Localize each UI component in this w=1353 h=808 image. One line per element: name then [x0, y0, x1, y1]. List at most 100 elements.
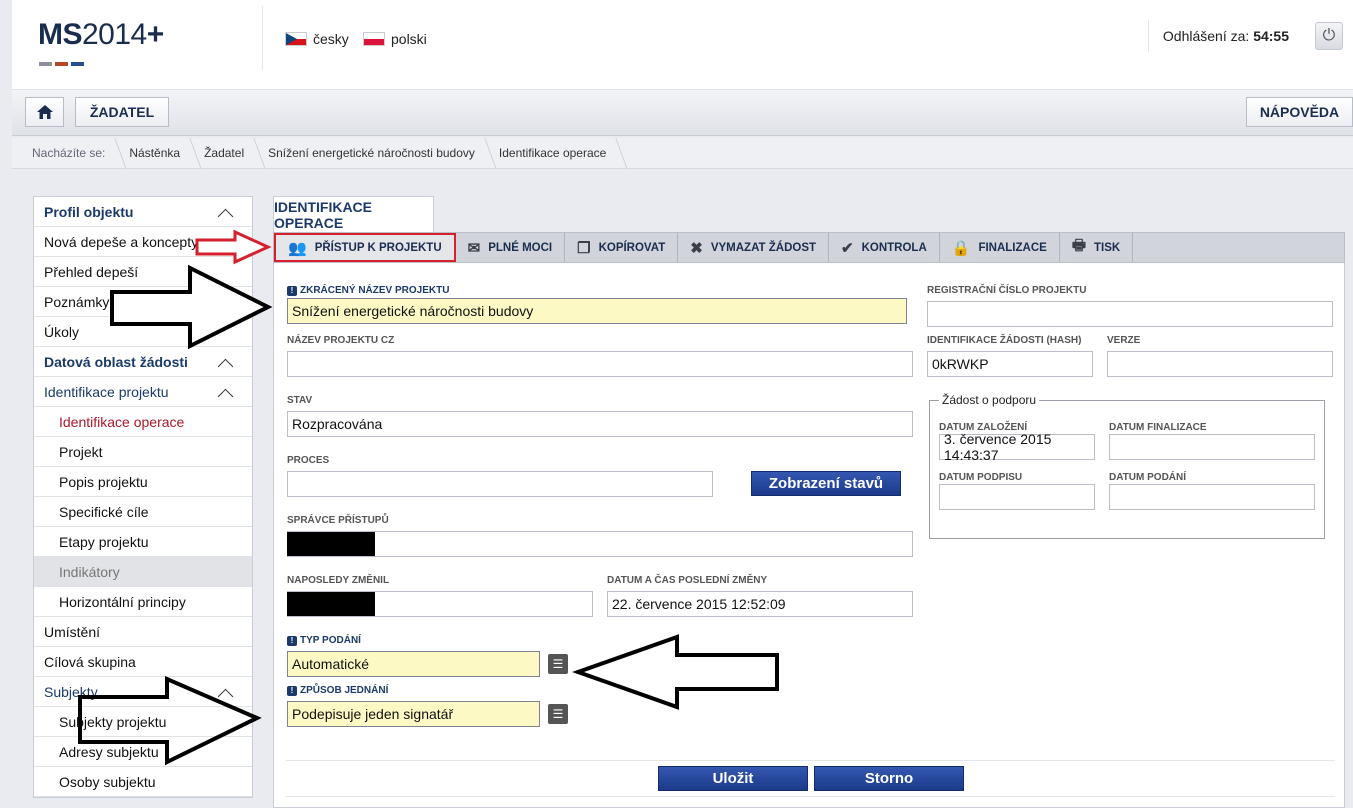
datum-podani-label: DATUM PODÁNÍ	[1109, 472, 1187, 483]
sidebar-item-projekt[interactable]: Projekt	[34, 437, 252, 467]
show-states-button[interactable]: Zobrazení stavů	[751, 471, 901, 496]
sidebar-section-subjekty[interactable]: Subjekty	[34, 677, 252, 707]
datum-finalizace-label: DATUM FINALIZACE	[1109, 422, 1207, 433]
name-cz-label: NÁZEV PROJEKTU CZ	[287, 335, 395, 346]
list-icon[interactable]: ☰	[548, 704, 568, 724]
sidebar-item-subjekty-projektu[interactable]: Subjekty projektu	[34, 707, 252, 737]
logo-plus-text: +	[146, 18, 165, 51]
chevron-up-icon[interactable]	[218, 207, 232, 221]
pl-flag-icon	[363, 32, 385, 46]
sidebar-section-identifikace-projektu[interactable]: Identifikace projektu	[34, 377, 252, 407]
finalize-button[interactable]: 🔒 FINALIZACE	[940, 233, 1060, 262]
hash-field: 0kRWKP	[927, 351, 1093, 377]
print-button[interactable]: 🖶 TISK	[1060, 233, 1134, 262]
sidebar-section-profil[interactable]: Profil objektu	[34, 197, 252, 227]
users-icon: 👥	[288, 239, 307, 257]
home-button[interactable]	[25, 97, 64, 127]
action-bar: 👥 PŘÍSTUP K PROJEKTU ✉ PLNÉ MOCI ❐ KOPÍR…	[273, 232, 1345, 263]
form-content: ! ZKRÁCENÝ NÁZEV PROJEKTU Snížení energet…	[273, 263, 1345, 808]
required-icon: !	[287, 686, 297, 696]
sidebar-item-ukoly[interactable]: Úkoly	[34, 317, 252, 347]
label-text: TYP PODÁNÍ	[300, 635, 361, 646]
sidebar-item-nova-depese[interactable]: Nová depeše a koncepty	[34, 227, 252, 257]
sidebar-item-osoby-subjektu[interactable]: Osoby subjektu	[34, 767, 252, 797]
sidebar-item-identifikace-operace[interactable]: Identifikace operace	[34, 407, 252, 437]
delete-x-icon: ✖	[690, 239, 703, 257]
delete-application-button[interactable]: ✖ VYMAZAT ŽÁDOST	[678, 233, 830, 262]
sidebar-item-cilova-skupina[interactable]: Cílová skupina	[34, 647, 252, 677]
list-icon[interactable]: ☰	[548, 654, 568, 674]
short-name-input[interactable]: Snížení energetické náročnosti budovy	[287, 298, 907, 324]
sidebar-section-datova-oblast[interactable]: Datová oblast žádosti	[34, 347, 252, 377]
spravce-field	[287, 531, 913, 557]
check-icon: ✔	[841, 239, 854, 257]
sidebar-item-poznamky[interactable]: Poznámky	[34, 287, 252, 317]
datum-finalizace-field	[1109, 434, 1315, 460]
action-label: VYMAZAT ŽÁDOST	[710, 241, 817, 254]
datum-zmeny-field: 22. července 2015 12:52:09	[607, 591, 913, 617]
help-button[interactable]: NÁPOVĚDA	[1246, 97, 1353, 127]
cz-flag-icon	[285, 32, 307, 46]
tab-identifikace-operace[interactable]: IDENTIFIKACE OPERACE	[273, 196, 434, 232]
stav-field: Rozpracována	[287, 411, 913, 437]
breadcrumb-item-zadatel[interactable]: Žadatel	[192, 138, 256, 169]
action-label: FINALIZACE	[978, 241, 1047, 254]
chevron-up-icon[interactable]	[218, 687, 232, 701]
sidebar-item-label: Profil objektu	[44, 203, 134, 220]
verze-field	[1107, 351, 1333, 377]
sidebar-item-prehled-depesi[interactable]: Přehled depeší	[34, 257, 252, 287]
datum-podpisu-label: DATUM PODPISU	[939, 472, 1023, 483]
action-label: TISK	[1093, 241, 1121, 254]
zpusob-jednani-field[interactable]: Podepisuje jeden signatář	[287, 701, 540, 727]
short-name-label: ! ZKRÁCENÝ NÁZEV PROJEKTU	[287, 285, 449, 296]
action-label: KOPÍROVAT	[598, 241, 666, 254]
sidebar-item-label: Identifikace projektu	[44, 383, 169, 400]
sidebar-item-umisteni[interactable]: Umístění	[34, 617, 252, 647]
breadcrumb-item-project[interactable]: Snížení energetické náročnosti budovy	[256, 138, 487, 169]
fieldset-legend: Žádost o podporu	[939, 393, 1040, 407]
naposledy-label: NAPOSLEDY ZMĚNIL	[287, 575, 390, 586]
datum-zmeny-label: DATUM A ČAS POSLEDNÍ ZMĚNY	[607, 575, 768, 586]
cancel-button[interactable]: Storno	[814, 766, 964, 791]
copy-button[interactable]: ❐ KOPÍROVAT	[565, 233, 679, 262]
proces-field	[287, 471, 713, 497]
logo-thin-text: 2014	[82, 18, 147, 51]
sidebar: Profil objektu Nová depeše a koncepty Př…	[33, 196, 253, 798]
language-polish[interactable]: polski	[363, 31, 427, 47]
main-toolbar: ŽADATEL NÁPOVĚDA	[12, 90, 1353, 136]
zadatel-button[interactable]: ŽADATEL	[75, 97, 169, 127]
copy-icon: ❐	[577, 239, 591, 257]
sidebar-item-specificke-cile[interactable]: Specifické cíle	[34, 497, 252, 527]
check-button[interactable]: ✔ KONTROLA	[829, 233, 940, 262]
datum-podani-field	[1109, 484, 1315, 510]
sidebar-item-horizontalni-principy[interactable]: Horizontální principy	[34, 587, 252, 617]
save-button[interactable]: Uložit	[658, 766, 808, 791]
breadcrumb-prefix: Nacházíte se:	[12, 138, 117, 169]
label-text: ZPŮSOB JEDNÁNÍ	[300, 685, 389, 696]
access-to-project-button[interactable]: 👥 PŘÍSTUP K PROJEKTU	[274, 233, 456, 262]
breadcrumb-item-nastenka[interactable]: Nástěnka	[117, 138, 192, 169]
logout-button[interactable]: ⏻	[1315, 22, 1343, 50]
typ-podani-field[interactable]: Automatické	[287, 651, 540, 677]
name-cz-input[interactable]	[287, 351, 913, 377]
action-label: KONTROLA	[861, 241, 927, 254]
sidebar-item-popis-projektu[interactable]: Popis projektu	[34, 467, 252, 497]
sidebar-item-etapy-projektu[interactable]: Etapy projektu	[34, 527, 252, 557]
app-logo[interactable]: MS2014+	[38, 18, 164, 52]
power-of-attorney-button[interactable]: ✉ PLNÉ MOCI	[456, 233, 566, 262]
language-polish-label: polski	[391, 31, 427, 47]
lock-icon: 🔒	[951, 239, 971, 257]
logout-divider	[1148, 20, 1149, 52]
redacted-block	[287, 532, 375, 556]
envelope-icon: ✉	[467, 239, 481, 257]
sidebar-item-adresy-subjektu[interactable]: Adresy subjektu	[34, 737, 252, 767]
logo-bold-text: MS	[38, 18, 83, 51]
sidebar-item-label: Datová oblast žádosti	[44, 353, 188, 370]
language-czech-label: česky	[313, 31, 349, 47]
language-czech[interactable]: česky	[285, 31, 349, 47]
chevron-up-icon[interactable]	[218, 357, 232, 371]
breadcrumb: Nacházíte se: Nástěnka Žadatel Snížení e…	[12, 138, 1353, 169]
chevron-up-icon[interactable]	[218, 387, 232, 401]
sidebar-item-label: Subjekty	[44, 683, 98, 700]
hash-label: IDENTIFIKACE ŽÁDOSTI (HASH)	[927, 335, 1082, 346]
